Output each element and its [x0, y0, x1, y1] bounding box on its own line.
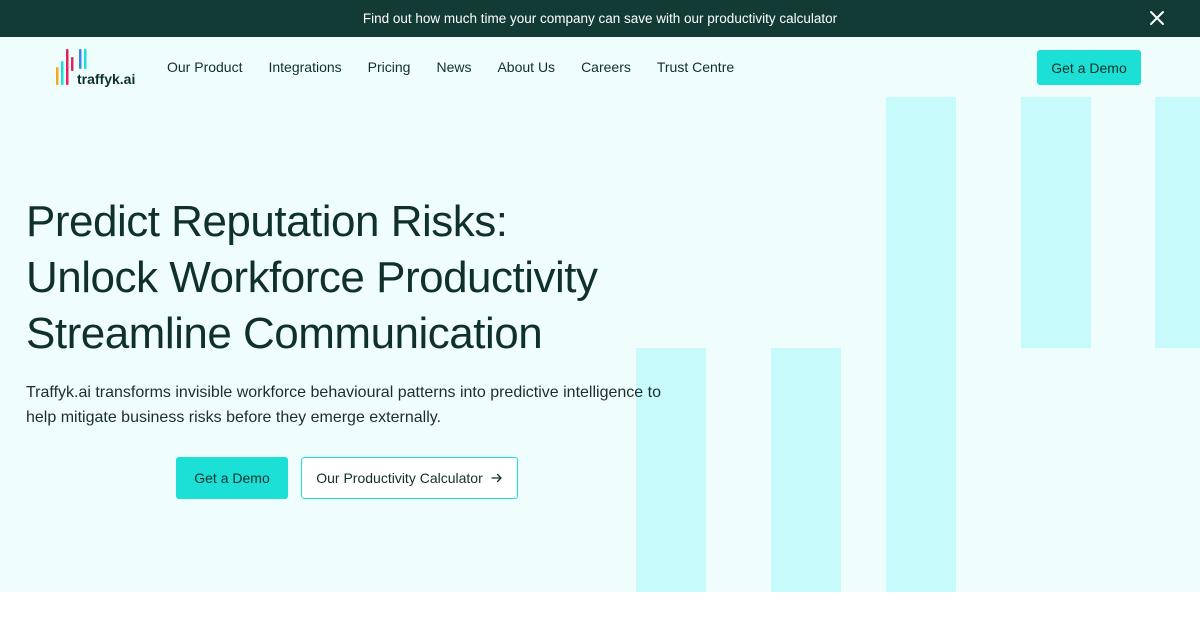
nav-item-about-us[interactable]: About Us: [497, 59, 555, 75]
nav-item-news[interactable]: News: [436, 59, 471, 75]
hero-get-demo-button[interactable]: Get a Demo: [176, 457, 288, 499]
productivity-calculator-label: Our Productivity Calculator: [316, 470, 483, 486]
decor-bar: [886, 97, 956, 592]
decor-bar: [1021, 97, 1091, 348]
close-icon[interactable]: [1148, 9, 1166, 27]
brand-logo[interactable]: traffyk.ai: [54, 47, 144, 89]
nav-item-trust-centre[interactable]: Trust Centre: [657, 59, 734, 75]
productivity-calculator-button[interactable]: Our Productivity Calculator: [301, 457, 518, 499]
decor-bar: [1155, 97, 1200, 348]
arrow-right-icon: [491, 473, 502, 483]
announcement-bar: Find out how much time your company can …: [0, 0, 1200, 37]
nav-menu: Our Product Integrations Pricing News Ab…: [167, 59, 734, 75]
nav-item-our-product[interactable]: Our Product: [167, 59, 242, 75]
headline-line: Predict Reputation Risks:: [26, 197, 508, 246]
nav-item-integrations[interactable]: Integrations: [268, 59, 341, 75]
decor-bar: [771, 348, 841, 592]
top-navbar: traffyk.ai Our Product Integrations Pric…: [0, 37, 1200, 99]
brand-name: traffyk.ai: [77, 71, 136, 87]
nav-item-careers[interactable]: Careers: [581, 59, 631, 75]
hero-headline: Predict Reputation Risks: Unlock Workfor…: [26, 194, 598, 362]
nav-item-pricing[interactable]: Pricing: [368, 59, 411, 75]
nav-get-demo-button[interactable]: Get a Demo: [1037, 50, 1141, 85]
hero-subtext: Traffyk.ai transforms invisible workforc…: [26, 384, 661, 426]
headline-line: Unlock Workforce Productivity: [26, 253, 598, 302]
headline-line: Streamline Communication: [26, 309, 543, 358]
announcement-text[interactable]: Find out how much time your company can …: [363, 11, 837, 26]
